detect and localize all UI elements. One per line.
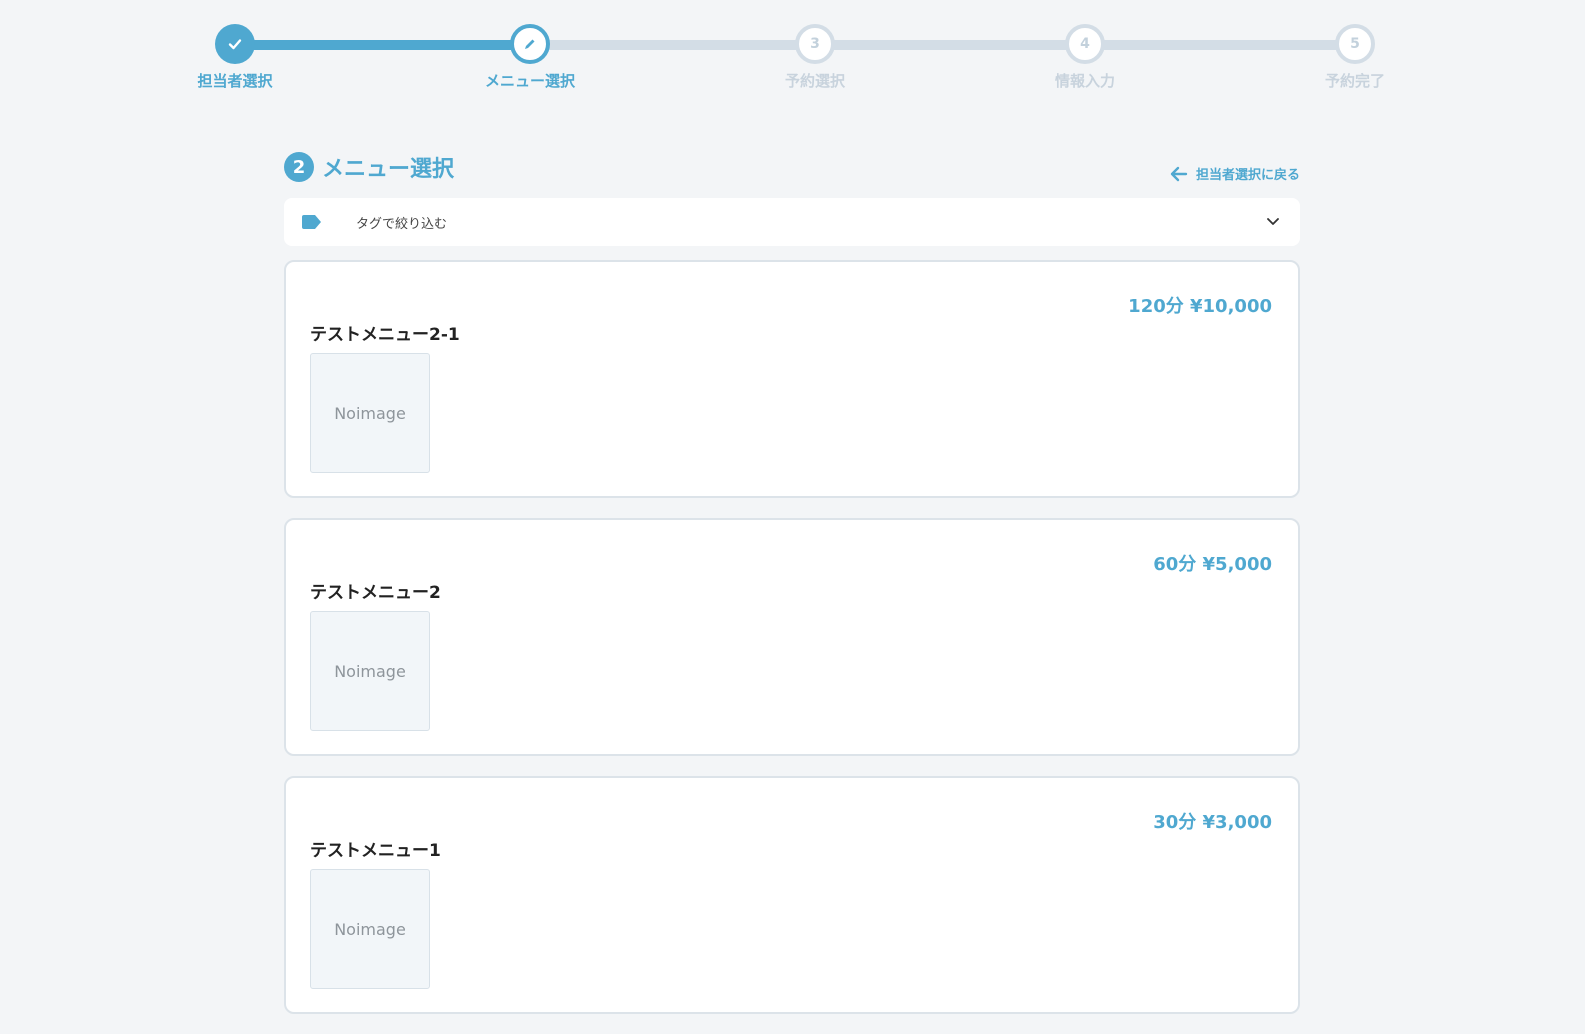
step-complete: 5 予約完了: [1275, 0, 1435, 91]
step-label: 情報入力: [1054, 72, 1115, 90]
menu-card[interactable]: 120分 ¥10,000 テストメニュー2-1 Noimage: [284, 260, 1300, 498]
main-content: 2 メニュー選択 担当者選択に戻る タグで絞り込む 120分 ¥10,000 テ…: [284, 140, 1300, 1034]
check-icon: [228, 39, 242, 50]
menu-price: 30分 ¥3,000: [1153, 812, 1272, 833]
menu-card[interactable]: 30分 ¥3,000 テストメニュー1 Noimage: [284, 776, 1300, 1014]
menu-price: 120分 ¥10,000: [1128, 296, 1272, 317]
step-menu-select: メニュー選択: [450, 0, 610, 91]
pencil-icon: [525, 39, 535, 49]
step-label: メニュー選択: [484, 72, 575, 90]
step-label: 予約完了: [1324, 72, 1385, 90]
step-label: 予約選択: [784, 72, 845, 90]
section-number-badge: 2: [284, 152, 314, 182]
menu-price: 60分 ¥5,000: [1153, 554, 1272, 575]
tag-filter-dropdown[interactable]: タグで絞り込む: [284, 198, 1300, 246]
back-link-label: 担当者選択に戻る: [1195, 168, 1300, 183]
arrow-left-icon: [1170, 166, 1188, 181]
section-header: 2 メニュー選択 担当者選択に戻る: [284, 140, 1300, 198]
filter-label: タグで絞り込む: [356, 216, 448, 232]
menu-name: テストメニュー2-1: [310, 325, 460, 345]
step-info-input: 4 情報入力: [1005, 0, 1165, 91]
tag-icon: [302, 215, 321, 229]
progress-stepper: 担当者選択 メニュー選択 3 予約選択 4 情報入力 5 予約完了: [0, 0, 1585, 110]
menu-image-placeholder: Noimage: [310, 869, 430, 989]
step-reservation-select: 3 予約選択: [735, 0, 895, 91]
menu-image-placeholder: Noimage: [310, 611, 430, 731]
menu-name: テストメニュー1: [310, 841, 441, 861]
step-circle: [215, 24, 255, 64]
menu-name: テストメニュー2: [310, 583, 441, 603]
step-circle: 5: [1335, 24, 1375, 64]
back-to-staff-link[interactable]: 担当者選択に戻る: [1170, 164, 1300, 183]
chevron-down-icon: [1267, 218, 1279, 225]
step-label: 担当者選択: [197, 72, 273, 90]
step-staff-select: 担当者選択: [155, 0, 315, 91]
page-title: メニュー選択: [322, 157, 455, 182]
menu-image-placeholder: Noimage: [310, 353, 430, 473]
step-circle: [510, 24, 550, 64]
step-circle: 3: [795, 24, 835, 64]
step-circle: 4: [1065, 24, 1105, 64]
menu-card[interactable]: 60分 ¥5,000 テストメニュー2 Noimage: [284, 518, 1300, 756]
